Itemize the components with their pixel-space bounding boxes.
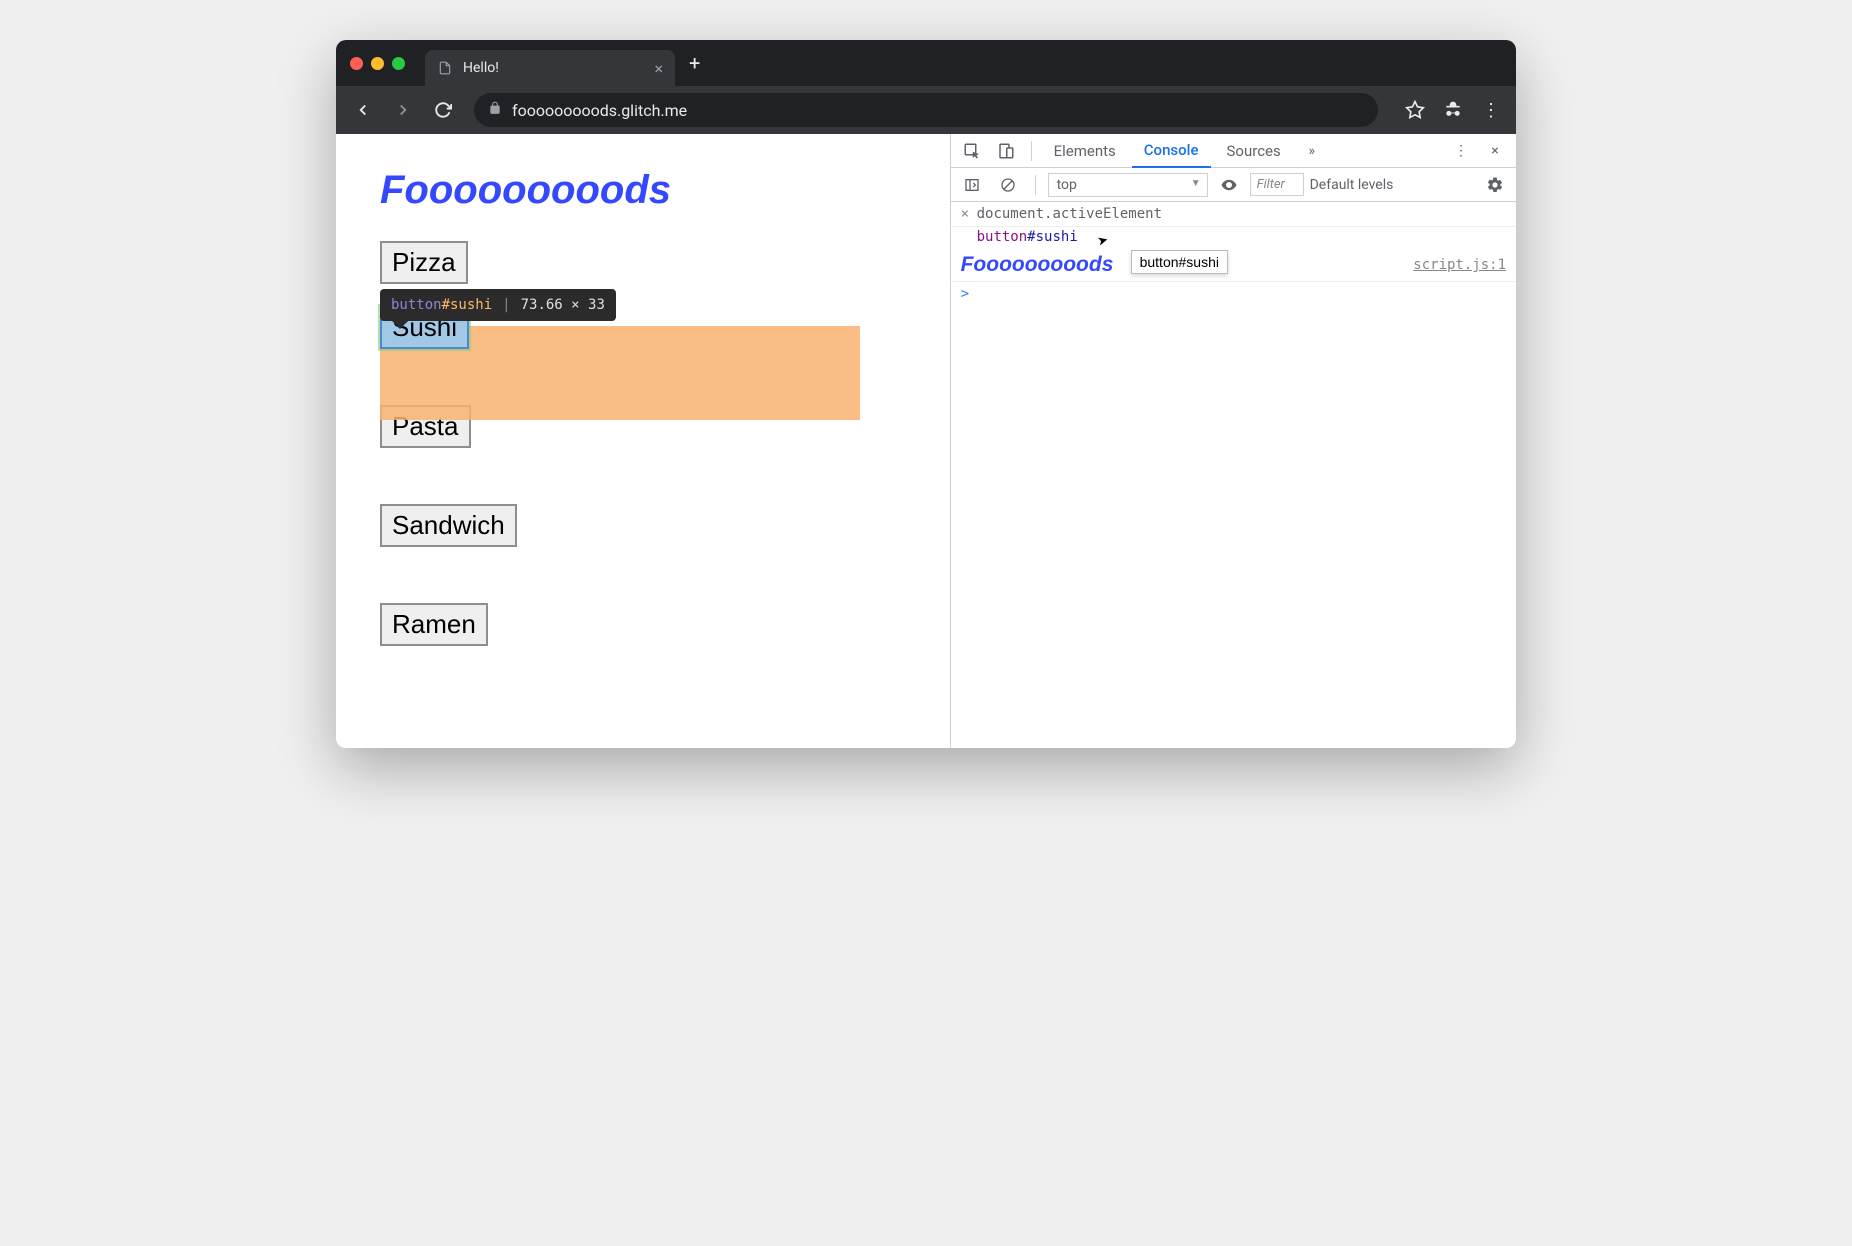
tab-sources[interactable]: Sources — [1215, 134, 1293, 168]
page-heading: Fooooooooods — [380, 168, 906, 213]
reload-button[interactable] — [426, 93, 460, 127]
result-tagname: button — [977, 229, 1028, 245]
execution-context-select[interactable]: top — [1048, 173, 1208, 197]
page-viewport: Fooooooooods Pizza button#sushi | 73.66 … — [336, 134, 950, 748]
star-icon[interactable] — [1400, 95, 1430, 125]
inspect-tooltip-tag: button — [391, 297, 442, 313]
url-text: fooooooooods.glitch.me — [512, 101, 687, 120]
back-button[interactable] — [346, 93, 380, 127]
log-source-link[interactable]: script.js:1 — [1413, 257, 1506, 273]
close-window-icon[interactable] — [350, 57, 363, 70]
devtools-menu-icon[interactable]: ⋮ — [1446, 136, 1476, 166]
console-output: × document.activeElement button#sushi ➤ … — [951, 202, 1516, 748]
close-tab-icon[interactable]: × — [654, 59, 663, 78]
page-icon — [437, 60, 453, 76]
dismiss-icon[interactable]: × — [961, 206, 977, 222]
log-message: Fooooooooods — [961, 253, 1114, 277]
console-log-entry: Fooooooooods script.js:1 — [951, 249, 1516, 282]
browser-titlebar: Hello! × + — [336, 40, 1516, 86]
clear-console-icon[interactable] — [993, 170, 1023, 200]
element-hover-tooltip: button#sushi — [1131, 250, 1228, 274]
browser-tab[interactable]: Hello! × — [425, 50, 675, 86]
menu-icon[interactable]: ⋮ — [1476, 95, 1506, 125]
tab-title: Hello! — [463, 60, 644, 76]
devtools-tabbar: Elements Console Sources » ⋮ × — [951, 134, 1516, 168]
console-settings-icon[interactable] — [1480, 170, 1510, 200]
log-levels-select[interactable]: Default levels — [1310, 177, 1394, 193]
forward-button[interactable] — [386, 93, 420, 127]
new-tab-button[interactable]: + — [689, 51, 700, 75]
inspect-element-icon[interactable] — [957, 136, 987, 166]
more-tabs-icon[interactable]: » — [1297, 136, 1327, 166]
inspect-tooltip-dimensions: 73.66 × 33 — [521, 297, 605, 313]
incognito-icon[interactable] — [1438, 95, 1468, 125]
result-id: #sushi — [1027, 229, 1078, 245]
device-toolbar-icon[interactable] — [991, 136, 1021, 166]
console-eager-eval: × document.activeElement — [951, 202, 1516, 227]
console-expression: document.activeElement — [977, 206, 1162, 222]
window-controls — [350, 57, 405, 70]
devtools-close-icon[interactable]: × — [1480, 136, 1510, 166]
lock-icon — [488, 101, 502, 119]
console-prompt[interactable]: > — [951, 282, 1516, 306]
food-button-pizza[interactable]: Pizza — [380, 241, 468, 284]
food-button-sandwich[interactable]: Sandwich — [380, 504, 517, 547]
console-toolbar: top Filter Default levels — [951, 168, 1516, 202]
address-bar[interactable]: fooooooooods.glitch.me — [474, 93, 1378, 127]
console-filter-input[interactable]: Filter — [1250, 173, 1304, 196]
maximize-window-icon[interactable] — [392, 57, 405, 70]
console-sidebar-toggle-icon[interactable] — [957, 170, 987, 200]
live-expression-icon[interactable] — [1214, 170, 1244, 200]
tab-elements[interactable]: Elements — [1042, 134, 1128, 168]
inspect-tooltip: button#sushi | 73.66 × 33 — [380, 289, 616, 321]
devtools-panel: Elements Console Sources » ⋮ × top — [950, 134, 1516, 748]
inspect-tooltip-id: #sushi — [442, 297, 493, 313]
tab-console[interactable]: Console — [1132, 134, 1211, 168]
food-button-ramen[interactable]: Ramen — [380, 603, 488, 646]
browser-toolbar: fooooooooods.glitch.me ⋮ — [336, 86, 1516, 134]
console-result[interactable]: button#sushi — [951, 227, 1516, 249]
minimize-window-icon[interactable] — [371, 57, 384, 70]
